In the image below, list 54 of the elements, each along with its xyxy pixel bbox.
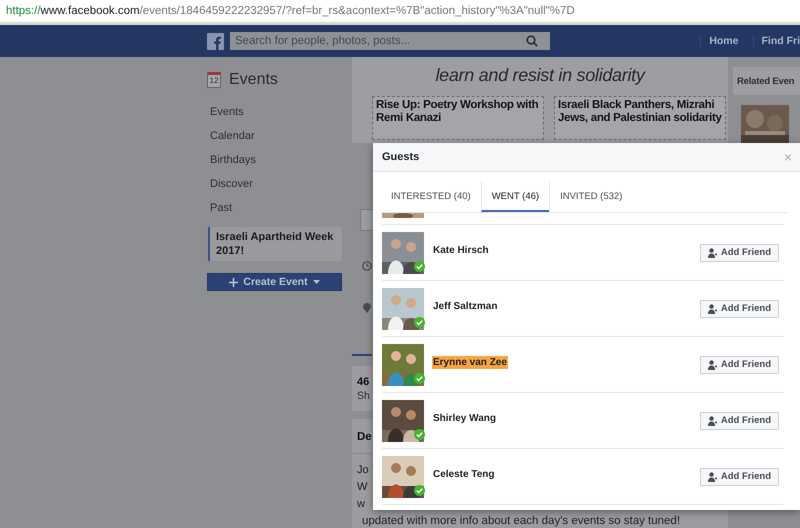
sidebar-item[interactable]: Birthdays: [200, 149, 346, 173]
logo-icon[interactable]: [207, 32, 224, 50]
add-friend-button[interactable]: Add Friend: [700, 468, 779, 486]
details-heading: De: [352, 419, 372, 454]
details-text: W: [357, 480, 368, 495]
dialog-title: Guests: [382, 151, 420, 163]
tab[interactable]: INTERESTED (40): [381, 182, 481, 212]
check-icon: [414, 372, 425, 384]
plus-icon: [229, 278, 238, 286]
tab[interactable]: WENT (46): [480, 182, 550, 212]
create-event-button[interactable]: Create Event: [207, 273, 342, 291]
guest-name[interactable]: Kate Hirsch: [432, 244, 490, 257]
tab-underline: [352, 354, 372, 356]
add-friend-button[interactable]: Add Friend: [700, 412, 779, 430]
sidebar-item[interactable]: Events: [200, 101, 346, 125]
check-icon: [414, 428, 425, 440]
sidebar-title: Events: [229, 71, 278, 89]
check-icon: [414, 260, 425, 272]
add-friend-button[interactable]: Add Friend: [700, 356, 779, 374]
guest-count: 46: [356, 375, 370, 388]
check-icon: [414, 484, 425, 496]
check-icon: [414, 316, 425, 328]
tab[interactable]: INVITED (532): [549, 182, 632, 212]
location-pin-icon: [363, 303, 371, 313]
poster-title: Rise Up: Poetry Workshop with Remi Kanazi: [372, 96, 544, 140]
sidebar-item[interactable]: Discover: [200, 173, 346, 197]
search-field[interactable]: Search for people, photos, posts...: [230, 32, 550, 50]
sidebar-item[interactable]: Israeli Apartheid Week 2017!: [208, 227, 342, 261]
guest-name[interactable]: Celeste Teng: [432, 468, 496, 481]
nav-link[interactable]: Find Fri: [752, 35, 800, 47]
poster-title: Israeli Black Panthers, Mizrahi Jews, and Palestinian solidarity: [554, 96, 726, 140]
search-icon[interactable]: [526, 35, 538, 47]
banner-slogan: learn and resist in solidarity: [434, 65, 647, 86]
sidebar-item[interactable]: Past: [200, 197, 346, 221]
caret-icon: [312, 280, 320, 284]
add-person-icon: [708, 416, 717, 426]
nav-link[interactable]: Home: [700, 35, 738, 47]
add-person-icon: [708, 304, 717, 314]
add-person-icon: [708, 248, 717, 258]
add-friend-button[interactable]: Add Friend: [700, 300, 779, 318]
add-person-icon: [708, 472, 717, 482]
guest-name[interactable]: Shirley Wang: [432, 412, 497, 425]
add-friend-button[interactable]: Add Friend: [700, 244, 779, 262]
details-text: updated with more info about each day's events so stay tuned!: [362, 514, 682, 528]
details-text: w: [357, 497, 365, 512]
clock-icon: [362, 261, 372, 271]
guest-count-label: Sh: [356, 389, 370, 402]
guest-name[interactable]: Erynne van Zee: [432, 356, 508, 369]
details-text: Jo: [357, 463, 369, 478]
guest-name[interactable]: Jeff Saltzman: [432, 300, 498, 313]
calendar-icon: 12: [207, 72, 221, 88]
sidebar-item[interactable]: Calendar: [200, 125, 346, 149]
add-person-icon: [708, 360, 717, 370]
related-events-heading: Related Even: [737, 76, 794, 86]
